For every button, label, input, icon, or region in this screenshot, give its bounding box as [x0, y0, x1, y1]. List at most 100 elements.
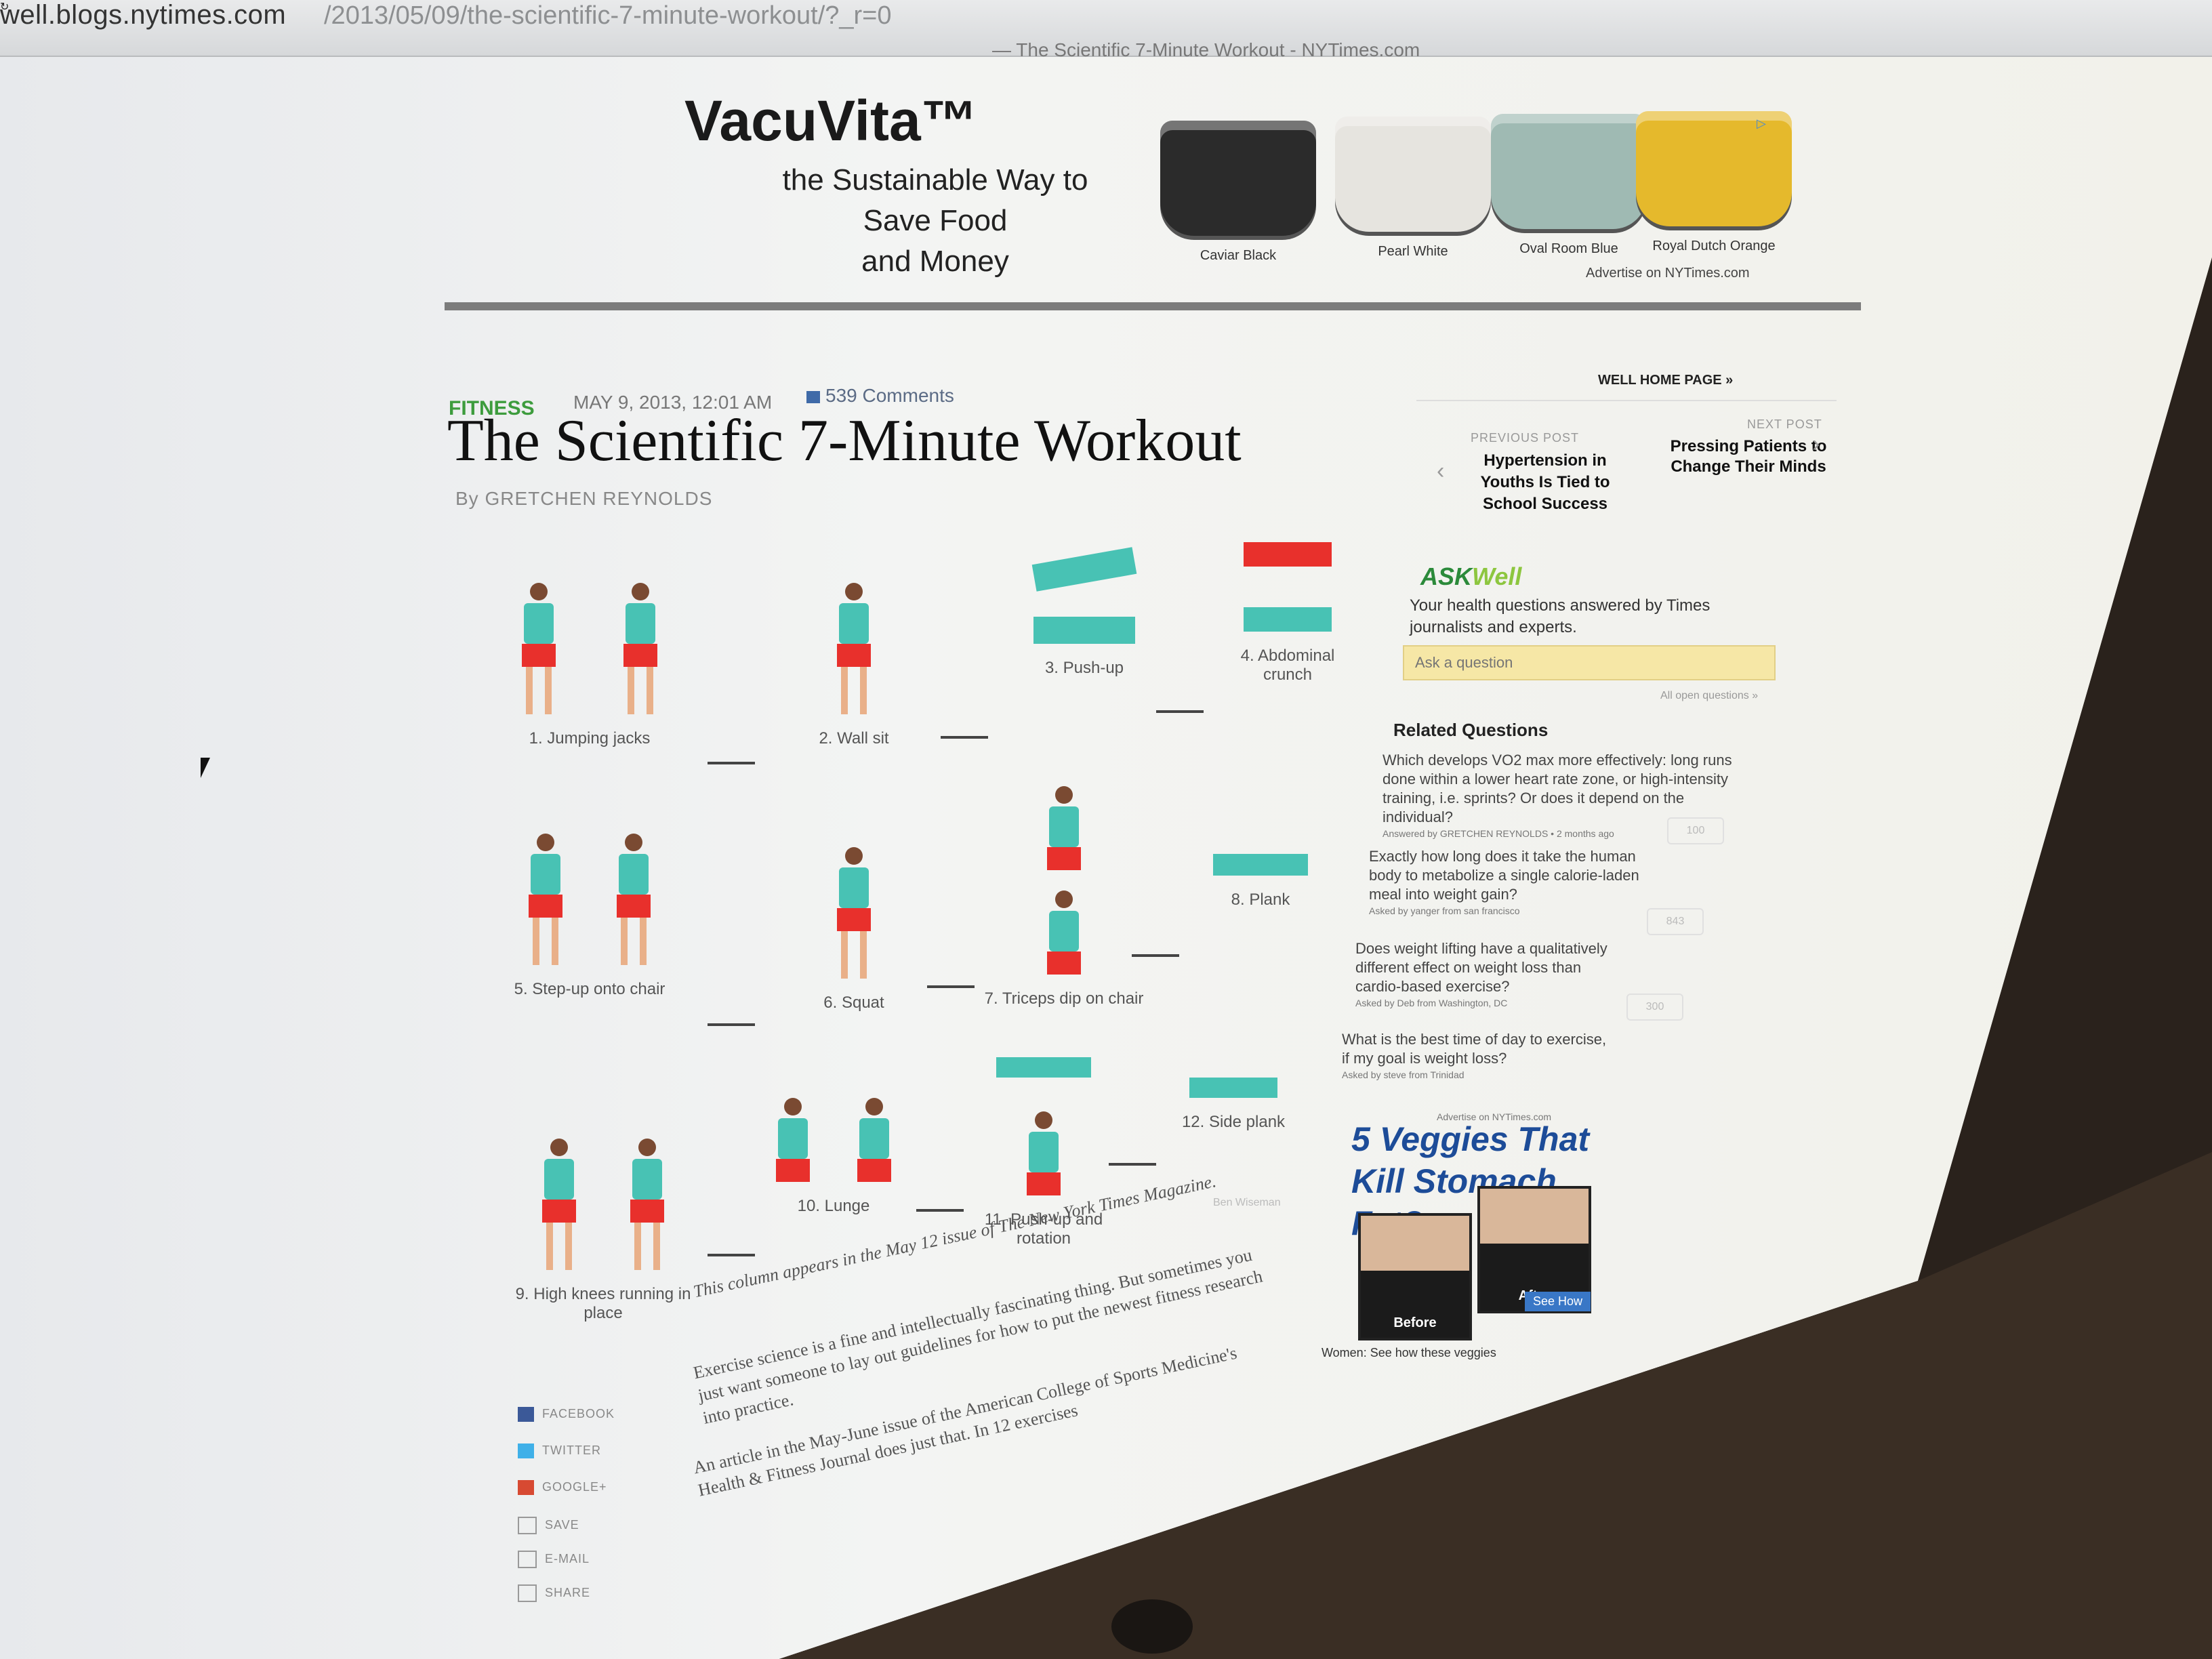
- url-host: well.blogs.nytimes.com: [0, 0, 287, 30]
- question-meta: Asked by steve from Trinidad: [1342, 1069, 1465, 1080]
- separator: [916, 1209, 964, 1212]
- comments-link[interactable]: 539 Comments: [806, 385, 954, 407]
- share-more[interactable]: SHARE: [518, 1584, 653, 1602]
- share-label: TWITTER: [542, 1443, 601, 1457]
- share-facebook[interactable]: FACEBOOK: [518, 1407, 653, 1422]
- adchoices-icon[interactable]: ▷: [1757, 117, 1766, 131]
- figure: [834, 583, 874, 714]
- figure: [1044, 890, 1084, 975]
- figure: [834, 847, 874, 979]
- question-item-2[interactable]: Exactly how long does it take the human …: [1369, 847, 1640, 918]
- question-meta: Asked by yanger from san francisco: [1369, 905, 1520, 916]
- share-twitter[interactable]: TWITTER: [518, 1443, 653, 1459]
- figure: [1244, 542, 1332, 567]
- exercise-label: 4. Abdominal crunch: [1240, 647, 1335, 684]
- exercise-4: 4. Abdominal crunch: [1220, 542, 1355, 684]
- mouse-cursor: [201, 758, 210, 778]
- vote-button[interactable]: 843: [1647, 908, 1704, 935]
- previous-post-label: PREVIOUS POST: [1471, 431, 1580, 445]
- figure: [627, 1139, 668, 1270]
- advertise-link[interactable]: Advertise on NYTimes.com: [1586, 266, 1750, 281]
- ad-product-3[interactable]: Royal Dutch Orange: [1636, 111, 1792, 254]
- next-post-link[interactable]: Pressing Patients to Change Their Minds: [1667, 436, 1830, 477]
- well-home-link[interactable]: WELL HOME PAGE »: [1598, 373, 1733, 388]
- masthead-rule: [445, 302, 1861, 310]
- ask-question-input[interactable]: [1403, 645, 1776, 680]
- container-image: [1335, 117, 1491, 232]
- all-open-questions-link[interactable]: All open questions »: [1660, 690, 1758, 702]
- ad-product-2[interactable]: Oval Room Blue: [1491, 114, 1647, 257]
- figure: [539, 1139, 579, 1270]
- ad-product-0[interactable]: Caviar Black: [1160, 121, 1316, 264]
- exercise-10: 10. Lunge: [752, 1098, 915, 1216]
- email-icon: [518, 1551, 537, 1568]
- ad-product-label: Pearl White: [1378, 244, 1448, 259]
- exercise-label: 6. Squat: [823, 994, 884, 1012]
- google-plus-icon: [518, 1480, 534, 1496]
- question-text: Which develops VO2 max more effectively:…: [1382, 752, 1732, 825]
- exercise-label: 5. Step-up onto chair: [514, 980, 665, 998]
- separator: [941, 736, 988, 739]
- ad2-see-how-button[interactable]: See How: [1525, 1292, 1591, 1311]
- share-email[interactable]: E-MAIL: [518, 1551, 653, 1568]
- separator: [1132, 954, 1179, 957]
- ad-tagline-line2: and Money: [861, 245, 1009, 278]
- vote-button[interactable]: 100: [1667, 817, 1724, 844]
- ask-well-part1: ASK: [1420, 562, 1473, 590]
- reload-icon[interactable]: ↻: [0, 0, 9, 14]
- figure: [1244, 607, 1332, 632]
- separator: [1109, 1163, 1156, 1166]
- question-text: Does weight lifting have a qualitatively…: [1355, 940, 1607, 995]
- container-image: [1491, 114, 1647, 229]
- save-icon: [518, 1517, 537, 1534]
- exercise-label: 12. Side plank: [1181, 1113, 1286, 1131]
- previous-post-link[interactable]: Hypertension in Youths Is Tied to School…: [1457, 450, 1633, 515]
- exercise-7: 7. Triceps dip on chair: [976, 786, 1152, 1008]
- figure: [525, 834, 566, 965]
- separator: [708, 1254, 755, 1256]
- address-bar[interactable]: well.blogs.nytimes.com /2013/05/09/the-s…: [0, 0, 2212, 60]
- url-path: /2013/05/09/the-scientific-7-minute-work…: [324, 1, 892, 30]
- figure: [613, 834, 654, 965]
- exercise-label: 8. Plank: [1231, 890, 1290, 909]
- question-text: What is the best time of day to exercise…: [1342, 1031, 1607, 1067]
- share-label: SHARE: [545, 1585, 591, 1599]
- exercise-8: 8. Plank: [1193, 854, 1328, 909]
- separator: [708, 1023, 755, 1026]
- ad2-before-image[interactable]: Before: [1358, 1213, 1472, 1340]
- exercise-5: 5. Step-up onto chair: [501, 834, 678, 999]
- figure: [1213, 854, 1308, 876]
- ad-brand[interactable]: VacuVita™: [684, 88, 978, 154]
- exercise-label: 1. Jumping jacks: [529, 729, 651, 747]
- ad-tagline-line1: the Sustainable Way to Save Food: [782, 163, 1088, 237]
- container-image: [1160, 121, 1316, 236]
- ad2-copy[interactable]: Women: See how these veggies: [1322, 1346, 1496, 1360]
- exercise-label: 10. Lunge: [797, 1197, 870, 1215]
- byline[interactable]: By GRETCHEN REYNOLDS: [455, 488, 712, 510]
- share-google[interactable]: GOOGLE+: [518, 1480, 653, 1496]
- article-headline: The Scientific 7-Minute Workout: [447, 408, 1242, 474]
- figure: [854, 1098, 895, 1182]
- question-item-4[interactable]: What is the best time of day to exercise…: [1342, 1030, 1613, 1082]
- facebook-icon: [518, 1407, 534, 1422]
- chevron-left-icon[interactable]: ‹: [1437, 458, 1444, 485]
- figure: [620, 583, 661, 714]
- photo-credit: Ben Wiseman: [1213, 1197, 1281, 1208]
- ad-product-1[interactable]: Pearl White: [1335, 117, 1491, 260]
- twitter-icon: [518, 1443, 534, 1459]
- ad-tagline[interactable]: the Sustainable Way to Save Food and Mon…: [745, 160, 1125, 282]
- figure: [1023, 1111, 1064, 1195]
- ask-well-part2: Well: [1472, 562, 1522, 590]
- container-image: [1636, 111, 1792, 226]
- monitor-screen: well.blogs.nytimes.com /2013/05/09/the-s…: [0, 0, 2212, 1659]
- exercise-label: 9. High knees running in place: [515, 1285, 691, 1322]
- separator: [927, 985, 975, 988]
- exercise-label: 2. Wall sit: [819, 729, 889, 747]
- vote-button[interactable]: 300: [1626, 994, 1683, 1021]
- question-item-3[interactable]: Does weight lifting have a qualitatively…: [1355, 939, 1626, 1010]
- chevron-right-icon[interactable]: ›: [1812, 431, 1820, 457]
- ad-product-label: Caviar Black: [1200, 248, 1277, 263]
- figure: [773, 1098, 813, 1182]
- figure: [518, 583, 559, 714]
- share-save[interactable]: SAVE: [518, 1517, 653, 1534]
